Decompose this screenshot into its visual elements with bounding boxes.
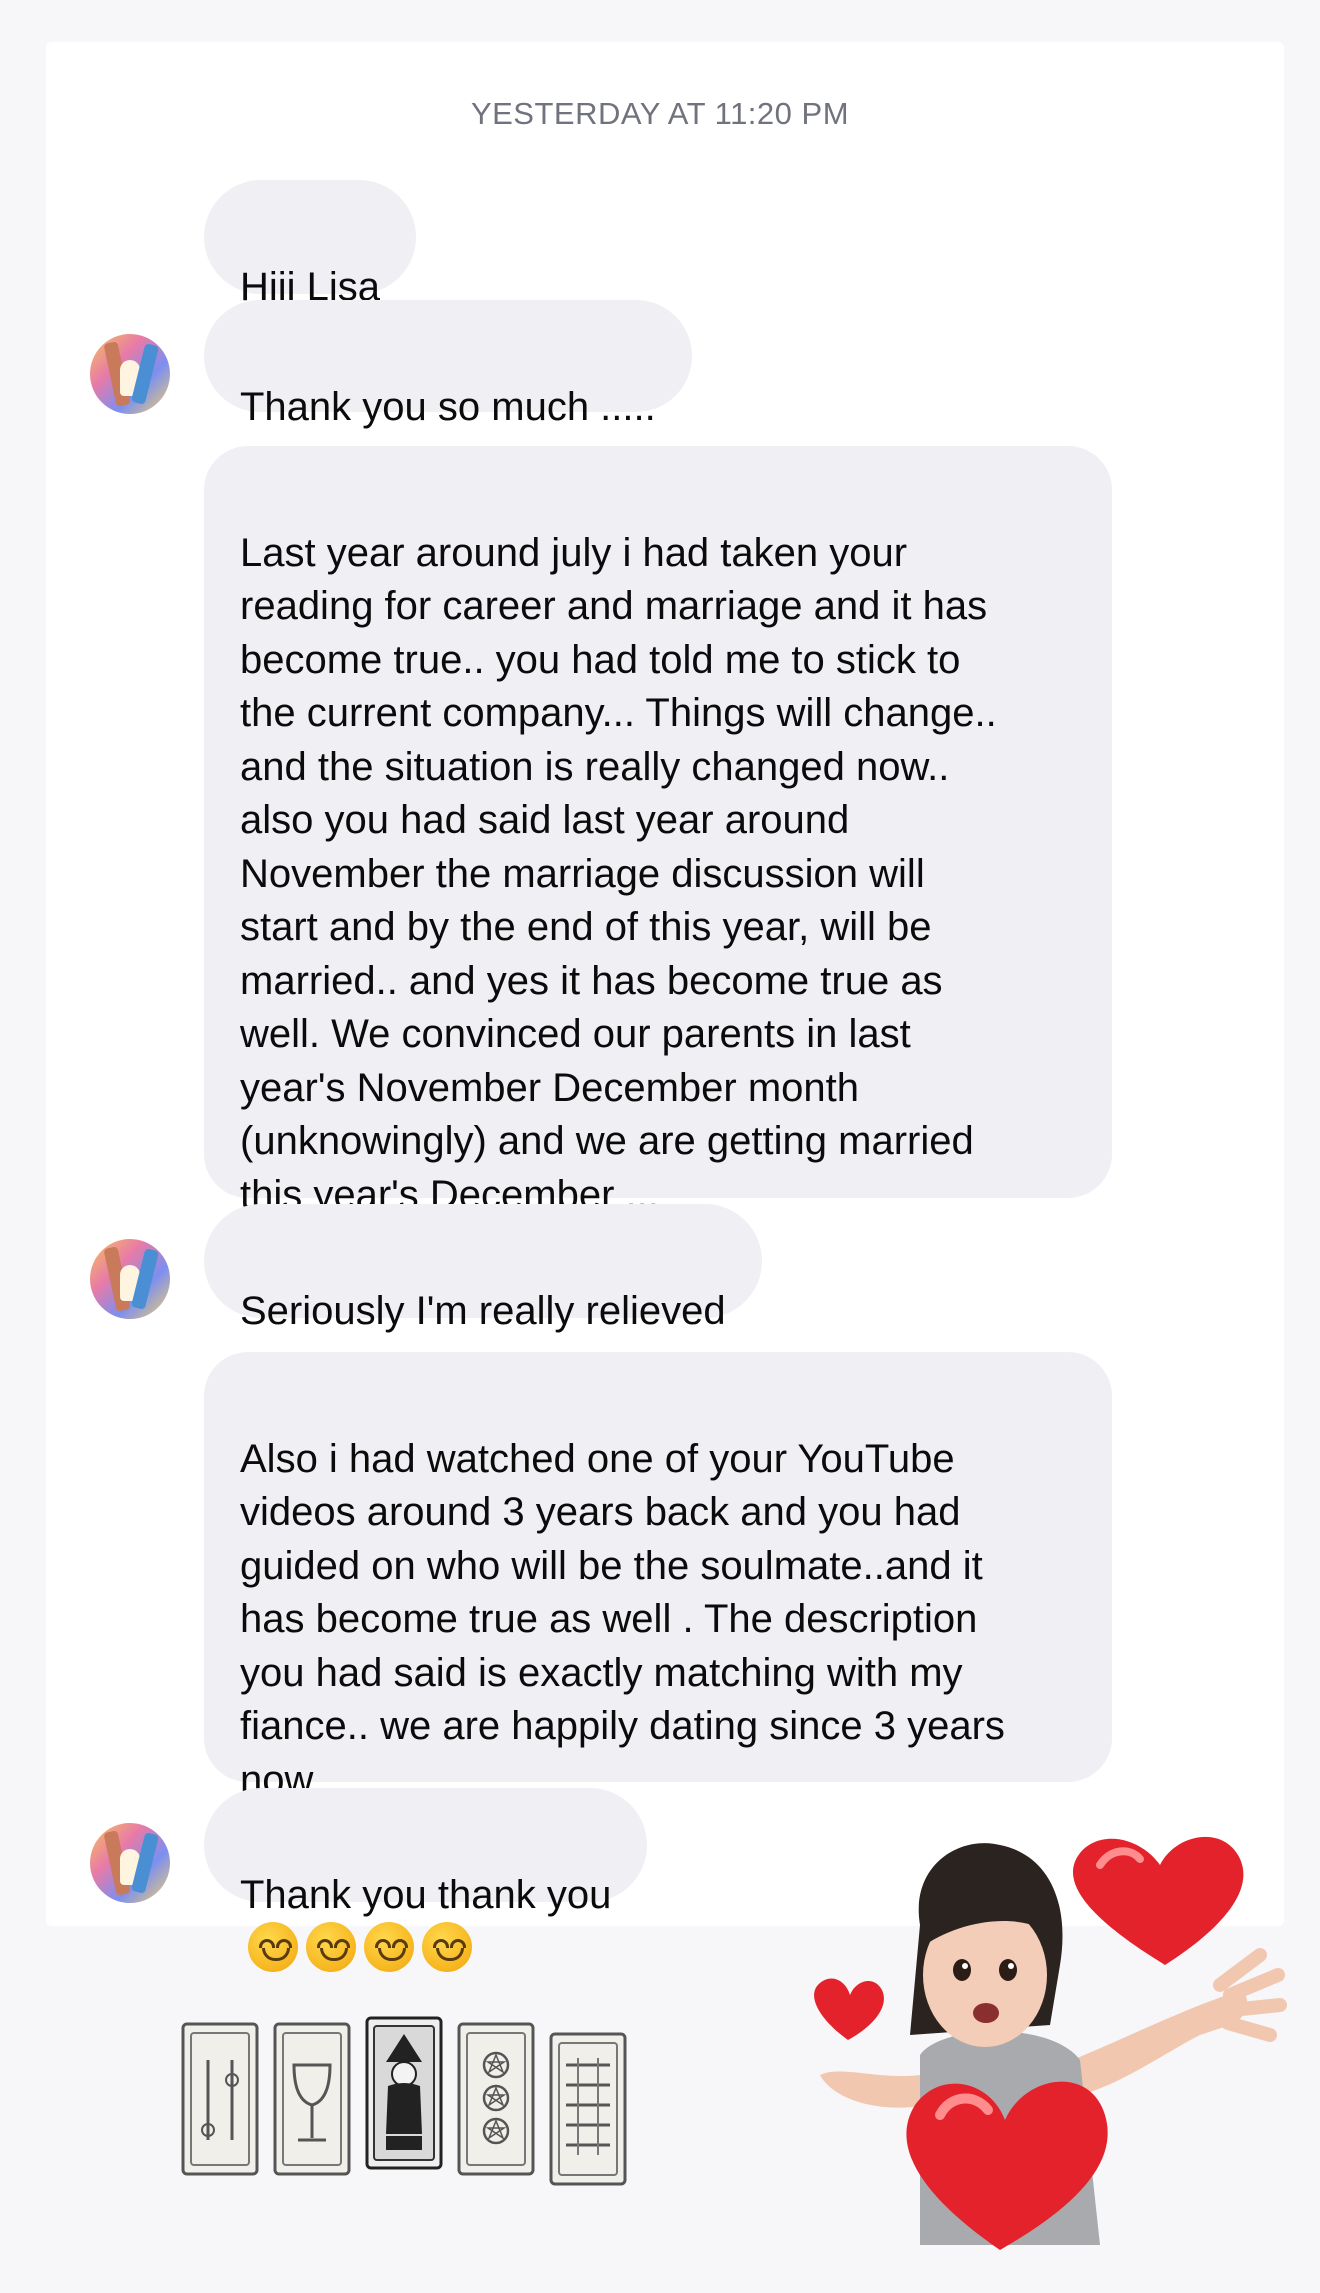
message-text: Last year around july i had taken your r… <box>240 530 997 1217</box>
message-bubble[interactable]: Seriously I'm really relieved <box>204 1204 762 1333</box>
tarot-card-icon <box>181 2022 259 2176</box>
sender-avatar[interactable] <box>90 1823 170 1903</box>
message-bubble[interactable]: Thank you so much ..... <box>204 300 692 429</box>
message-bubble[interactable]: Thank you thank you <box>204 1788 648 1972</box>
message-text: Also i had watched one of your YouTube v… <box>240 1436 1005 1802</box>
message-bubble[interactable]: Also i had watched one of your YouTube v… <box>204 1352 1112 1802</box>
message-text: Seriously I'm really relieved <box>240 1288 726 1333</box>
smiling-face-emoji <box>306 1922 356 1972</box>
heart-icon <box>814 1978 884 2040</box>
tarot-card-icon <box>273 2022 351 2176</box>
smiling-face-emoji <box>422 1922 472 1972</box>
message-bubble[interactable]: Hiii Lisa <box>204 180 417 309</box>
message-bubble[interactable]: Last year around july i had taken your r… <box>204 446 1112 1217</box>
sender-avatar[interactable] <box>90 1239 170 1319</box>
tarot-card-icon <box>549 2032 627 2186</box>
smiling-face-emoji <box>248 1922 298 1972</box>
sender-avatar[interactable] <box>90 334 170 414</box>
message-timestamp: YESTERDAY AT 11:20 PM <box>470 96 850 131</box>
smiling-face-emoji <box>364 1922 414 1972</box>
heart-icon <box>1072 1836 1244 1965</box>
avatar-with-hearts-sticker <box>814 1836 1287 2250</box>
tarot-card-icon <box>457 2022 535 2176</box>
message-text: Thank you thank you <box>240 1872 612 1917</box>
message-text: Thank you so much ..... <box>240 384 656 429</box>
tarot-card-icon <box>365 2016 443 2170</box>
